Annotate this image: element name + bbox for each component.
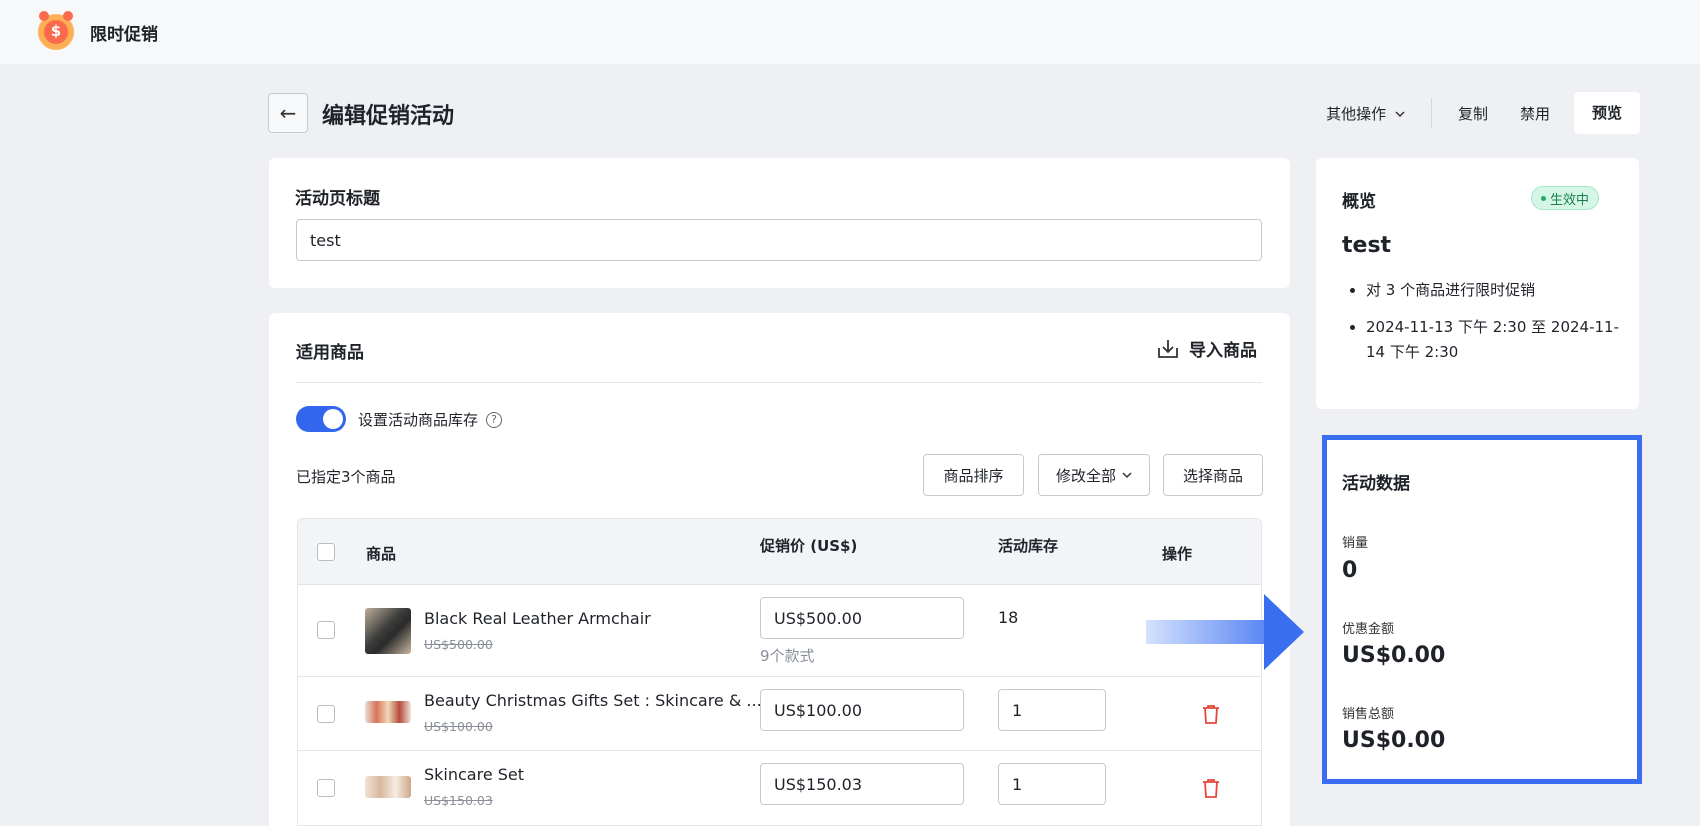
highlight-arrow-shaft [1146, 620, 1266, 644]
product-name[interactable]: Beauty Christmas Gifts Set : Skincare & … [424, 691, 762, 710]
original-price: US$150.03 [424, 793, 493, 808]
select-products-button[interactable]: 选择商品 [1163, 454, 1263, 496]
disable-button[interactable]: 禁用 [1504, 103, 1566, 124]
copy-button[interactable]: 复制 [1442, 103, 1504, 124]
status-badge: 生效中 [1531, 186, 1600, 210]
product-name[interactable]: Black Real Leather Armchair [424, 609, 651, 628]
original-price: US$100.00 [424, 719, 493, 734]
activity-title-input[interactable]: test [296, 219, 1262, 261]
import-products-button[interactable]: 导入商品 [1157, 336, 1257, 361]
top-bar: $ 限时促销 [0, 0, 1700, 64]
discount-value: US$0.00 [1342, 643, 1446, 668]
stock-toggle-label: 设置活动商品库存 ? [358, 409, 503, 430]
trash-icon[interactable] [1202, 778, 1220, 798]
product-name[interactable]: Skincare Set [424, 765, 524, 784]
list-item: 2024-11-13 下午 2:30 至 2024-11-14 下午 2:30 [1366, 315, 1630, 365]
stock-input[interactable]: 1 [998, 689, 1106, 731]
total-sales-value: US$0.00 [1342, 728, 1446, 753]
promo-price-input[interactable]: US$100.00 [760, 689, 964, 731]
product-thumbnail [365, 701, 411, 723]
original-price: US$500.00 [424, 637, 493, 652]
sales-label: 销量 [1342, 536, 1369, 551]
divider [1430, 98, 1432, 128]
activity-stats-card: 活动数据 销量 0 优惠金额 US$0.00 销售总额 US$0.00 [1322, 435, 1642, 784]
header-actions: 其他操作 复制 禁用 预览 [1310, 92, 1640, 134]
section-divider [296, 382, 1262, 383]
row-checkbox[interactable] [317, 705, 335, 723]
trash-icon[interactable] [1202, 704, 1220, 724]
arrow-right-icon [1264, 594, 1304, 670]
row-checkbox[interactable] [317, 779, 335, 797]
arrow-left-icon: ← [279, 101, 297, 125]
chevron-down-icon [1122, 472, 1132, 479]
page-title: 编辑促销活动 [322, 104, 455, 129]
promo-price-input[interactable]: US$150.03 [760, 763, 964, 805]
chevron-down-icon [1395, 110, 1405, 117]
variants-count: 9个款式 [760, 647, 815, 665]
promo-price-input[interactable]: US$500.00 [760, 597, 964, 639]
stock-value: 18 [998, 608, 1019, 627]
column-header-actions: 操作 [1162, 545, 1193, 563]
row-checkbox[interactable] [317, 621, 335, 639]
back-button[interactable]: ← [268, 93, 308, 133]
column-header-product: 商品 [366, 545, 397, 563]
table-row: Black Real Leather Armchair US$500.00 US… [298, 585, 1261, 677]
list-item: 对 3 个商品进行限时促销 [1366, 278, 1630, 303]
products-table: 商品 促销价 (US$) 活动库存 操作 Black Real Leather … [297, 518, 1262, 826]
edit-all-dropdown[interactable]: 修改全部 [1038, 454, 1150, 496]
title-field-label: 活动页标题 [295, 189, 380, 209]
table-row: Beauty Christmas Gifts Set : Skincare & … [298, 677, 1261, 751]
column-header-price: 促销价 (US$) [760, 537, 858, 555]
alarm-clock-logo-icon: $ [38, 11, 74, 50]
select-all-checkbox[interactable] [317, 543, 335, 561]
help-icon[interactable]: ? [486, 411, 503, 428]
stock-toggle[interactable] [296, 406, 346, 432]
product-thumbnail [365, 608, 411, 654]
import-icon [1158, 339, 1178, 358]
discount-label: 优惠金额 [1342, 622, 1395, 637]
sales-value: 0 [1342, 558, 1358, 583]
more-actions-dropdown[interactable]: 其他操作 [1310, 103, 1421, 124]
product-thumbnail [365, 776, 411, 798]
products-section-title: 适用商品 [296, 343, 364, 363]
overview-title: 概览 [1342, 192, 1376, 212]
overview-details: 对 3 个商品进行限时促销 2024-11-13 下午 2:30 至 2024-… [1350, 278, 1630, 377]
column-header-stock: 活动库存 [998, 537, 1059, 555]
preview-button[interactable]: 预览 [1573, 92, 1640, 134]
stats-title: 活动数据 [1342, 474, 1410, 494]
overview-campaign-name: test [1342, 233, 1392, 258]
table-row: Skincare Set US$150.03 US$150.03 1 [298, 751, 1261, 825]
table-header: 商品 促销价 (US$) 活动库存 操作 [298, 519, 1261, 585]
total-sales-label: 销售总额 [1342, 707, 1395, 722]
stock-input[interactable]: 1 [998, 763, 1106, 805]
assigned-count: 已指定3个商品 [296, 468, 396, 486]
app-title: 限时促销 [90, 24, 158, 45]
sort-products-button[interactable]: 商品排序 [923, 454, 1024, 496]
